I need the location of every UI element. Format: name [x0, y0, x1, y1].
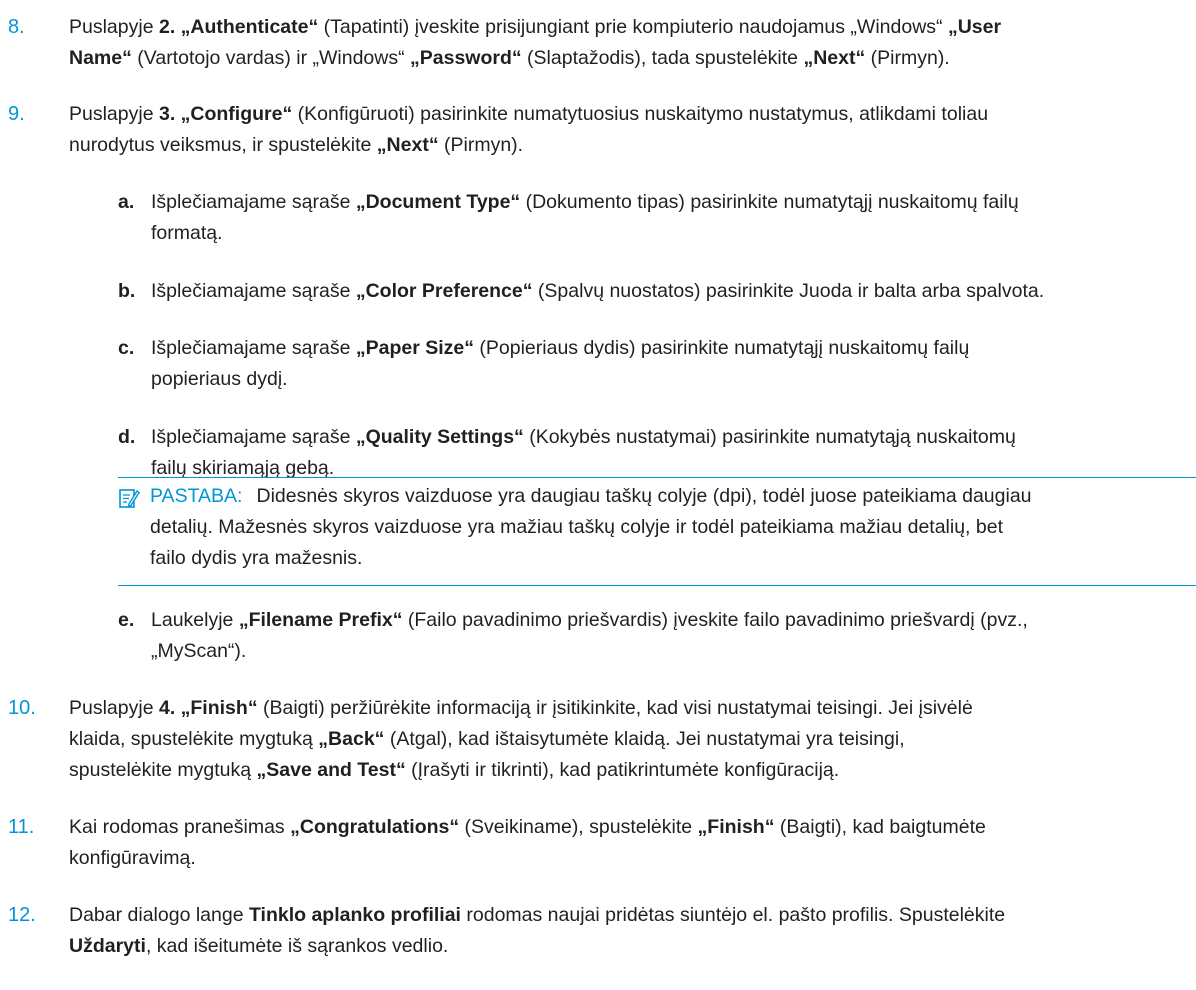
step-line: Name“ (Vartotojo vardas) ir „Windows“ „P… — [69, 47, 950, 69]
step-number: 12. — [8, 904, 36, 926]
substep-letter: a. — [118, 191, 135, 213]
substep-letter: b. — [118, 280, 136, 302]
step-line: nurodytus veiksmus, ir spustelėkite „Nex… — [69, 134, 524, 156]
step-text: Kai rodomas pranešimas „Congratulations“… — [69, 816, 986, 869]
step-text: Puslapyje 4. „Finish“ (Baigti) peržiūrėk… — [69, 697, 973, 781]
note-text: PASTABA: Didesnės skyros vaizduose yra da… — [150, 485, 1032, 569]
step-number: 8. — [8, 16, 25, 38]
step-number: 10. — [8, 697, 36, 719]
substep-letter: e. — [118, 609, 135, 631]
step-text: Puslapyje 3. „Configure“ (Konfigūruoti) … — [69, 99, 1189, 161]
note-label: PASTABA: — [150, 485, 243, 507]
note-icon — [118, 487, 140, 509]
step-number: 11. — [8, 816, 35, 838]
substep-text: Išplečiamajame sąraše „Paper Size“ (Popi… — [151, 337, 970, 390]
substep-text: Išplečiamajame sąraše „Color Preference“… — [151, 280, 1045, 302]
step-text: Puslapyje 2. „Authenticate“ (Tapatinti) … — [69, 12, 1189, 74]
substep-letter: c. — [118, 337, 135, 359]
step-text: Dabar dialogo lange Tinklo aplanko profi… — [69, 904, 1006, 957]
substep-text: Laukelyje „Filename Prefix“ (Failo pavad… — [151, 609, 1028, 662]
step-line: Puslapyje 3. „Configure“ (Konfigūruoti) … — [69, 103, 989, 125]
step-number: 9. — [8, 103, 25, 125]
step-line: Puslapyje 2. „Authenticate“ (Tapatinti) … — [69, 16, 1002, 38]
note-box: PASTABA: Didesnės skyros vaizduose yra da… — [118, 477, 1196, 586]
substep-text: Išplečiamajame sąraše „Document Type“ (D… — [151, 191, 1019, 244]
substep-letter: d. — [118, 426, 136, 448]
substep-text: Išplečiamajame sąraše „Quality Settings“… — [151, 426, 1016, 479]
